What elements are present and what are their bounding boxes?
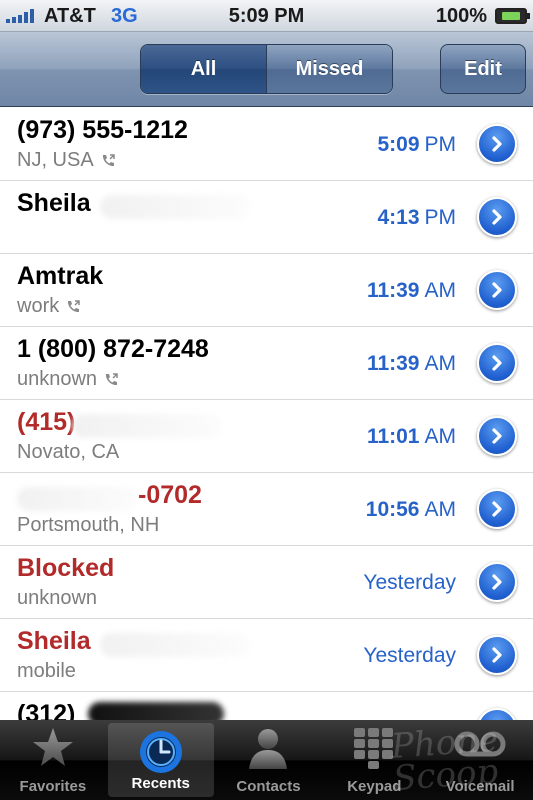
call-time: Yesterday (363, 619, 456, 692)
tab-label-contacts: Contacts (236, 778, 301, 795)
call-time-value: Yesterday (363, 643, 456, 667)
redaction-blur (100, 195, 250, 219)
tab-label-recents: Recents (131, 775, 190, 792)
carrier-label: AT&T (44, 5, 96, 27)
call-detail-label: NJ, USA (17, 149, 94, 171)
tab-label-keypad: Keypad (347, 778, 402, 795)
call-time: 11:01 AM (367, 400, 456, 473)
network-type-label: 3G (111, 5, 138, 27)
call-details-chevron-icon[interactable] (477, 562, 517, 602)
call-time-value: 11:39 (366, 278, 420, 302)
caller-name: 1 (800) 872-7248 (17, 335, 209, 363)
call-detail: Portsmouth, NH (17, 514, 159, 537)
redaction-blur (100, 633, 250, 657)
call-row[interactable]: (973) 555-1212 NJ, USA 5:09 PM (0, 108, 533, 181)
call-time-value: 4:13 (377, 205, 420, 229)
call-time-value: 11:39 (366, 351, 420, 375)
recent-calls-list[interactable]: (973) 555-1212 NJ, USA 5:09 PM Sheila 4:13 PM A… (0, 108, 533, 720)
call-row[interactable]: (415) Novato, CA 11:01 AM (0, 400, 533, 473)
call-time: 11:39 AM (367, 327, 456, 400)
call-time-value: Yesterday (363, 570, 456, 594)
call-details-chevron-icon[interactable] (477, 416, 517, 456)
call-time-ampm: AM (424, 497, 457, 521)
person-icon (249, 729, 288, 769)
tab-voicemail[interactable]: Voicemail (427, 720, 533, 800)
tab-recents[interactable]: Recents (107, 723, 214, 797)
call-time-ampm: PM (424, 132, 457, 156)
call-filter-segmented-control: All Missed (140, 44, 393, 94)
call-details-chevron-icon[interactable] (477, 124, 517, 164)
redaction-blur (88, 702, 224, 720)
call-details-chevron-icon[interactable] (477, 635, 517, 675)
segment-missed[interactable]: Missed (266, 45, 392, 93)
call-row[interactable]: (312) (0, 692, 533, 720)
outgoing-call-icon (68, 299, 80, 312)
outgoing-call-icon (102, 153, 115, 166)
tab-label-voicemail: Voicemail (445, 778, 515, 795)
call-time-ampm: PM (424, 205, 457, 229)
caller-name: -0702 (138, 481, 202, 509)
call-row[interactable]: 1 (800) 872-7248 unknown 11:39 AM (0, 327, 533, 400)
tab-favorites[interactable]: Favorites (0, 720, 106, 800)
call-details-chevron-icon[interactable] (477, 708, 517, 720)
edit-button[interactable]: Edit (440, 44, 526, 94)
call-time: Yesterday (363, 546, 456, 619)
call-detail: unknown (17, 368, 119, 391)
tab-label-favorites: Favorites (19, 778, 87, 795)
battery-charging-icon (495, 8, 530, 24)
call-detail-label: work (17, 295, 60, 317)
call-time: 4:13 PM (377, 181, 456, 254)
voicemail-icon (454, 731, 506, 757)
call-details-chevron-icon[interactable] (477, 197, 517, 237)
call-details-chevron-icon[interactable] (477, 270, 517, 310)
keypad-icon (354, 728, 394, 769)
caller-name: (973) 555-1212 (17, 116, 188, 144)
caller-name: (415) (17, 408, 76, 436)
caller-name: Sheila (17, 627, 91, 655)
call-details-chevron-icon[interactable] (477, 343, 517, 383)
tab-contacts[interactable]: Contacts (216, 720, 322, 800)
segment-all[interactable]: All (141, 45, 266, 93)
call-detail: NJ, USA (17, 149, 116, 172)
call-time: 11:39 AM (367, 254, 456, 327)
star-icon (32, 728, 73, 766)
caller-name: Sheila (17, 189, 91, 217)
call-row[interactable]: Amtrak work 11:39 AM (0, 254, 533, 327)
redaction-blur (17, 487, 137, 511)
call-time-value: 11:01 (366, 424, 420, 448)
caller-name: Amtrak (17, 262, 104, 290)
call-detail-label: unknown (17, 368, 98, 390)
call-time-ampm: AM (424, 278, 457, 302)
call-time-ampm: AM (424, 351, 457, 375)
clock-icon (139, 731, 182, 773)
call-row[interactable]: Sheila 4:13 PM (0, 181, 533, 254)
call-detail-label: Novato, CA (17, 441, 120, 463)
call-detail-label: mobile (17, 660, 76, 682)
call-time: 5:09 PM (377, 108, 456, 181)
navigation-bar: All Missed Edit (0, 32, 533, 107)
caller-name: (312) (17, 700, 76, 720)
battery-percent: 100% (435, 5, 487, 27)
call-detail-label: unknown (17, 587, 98, 609)
call-detail-label: Portsmouth, NH (17, 514, 160, 536)
tab-keypad[interactable]: Keypad (321, 720, 427, 800)
call-row[interactable]: -0702 Portsmouth, NH 10:56 AM (0, 473, 533, 546)
call-time-ampm: AM (424, 424, 457, 448)
status-bar: AT&T 3G 5:09 PM 100% (0, 0, 533, 32)
call-detail: work (17, 295, 81, 318)
call-time-value: 5:09 (377, 132, 420, 156)
call-detail: Novato, CA (17, 441, 119, 464)
call-row[interactable]: Blocked unknown Yesterday (0, 546, 533, 619)
call-row[interactable]: Sheila mobile Yesterday (0, 619, 533, 692)
redaction-blur (72, 414, 222, 438)
call-time: 10:56 AM (366, 473, 456, 546)
outgoing-call-icon (106, 372, 118, 385)
caller-name: Blocked (17, 554, 115, 582)
signal-strength-icon (6, 9, 34, 23)
call-detail: unknown (17, 587, 97, 610)
call-time-value: 10:56 (365, 497, 420, 521)
call-detail: mobile (17, 660, 76, 683)
call-details-chevron-icon[interactable] (477, 489, 517, 529)
tab-bar: Favorites Recents Contacts Keypad Voicem… (0, 720, 533, 800)
